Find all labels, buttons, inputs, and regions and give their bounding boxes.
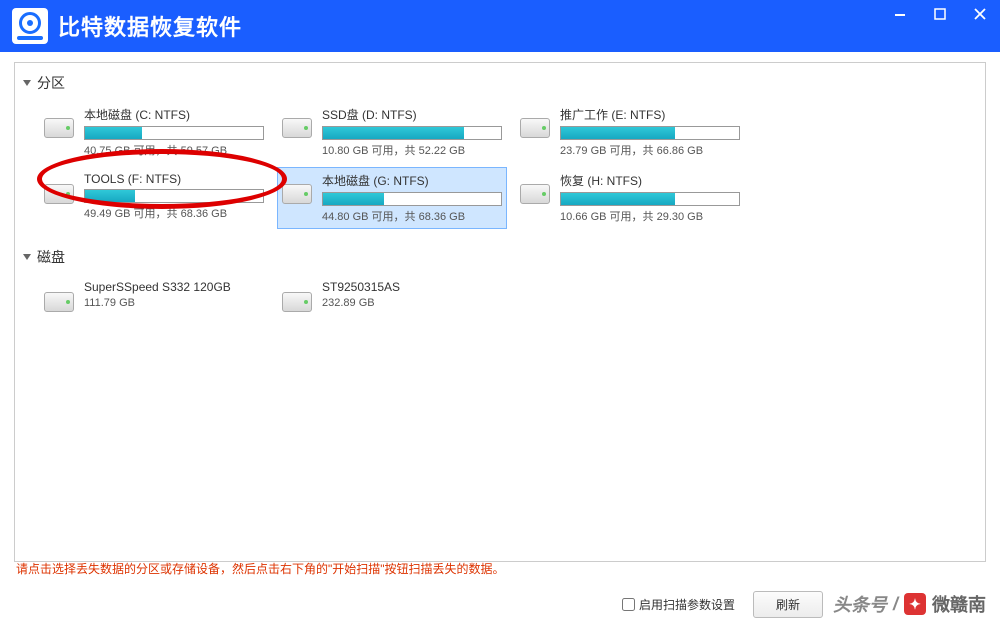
- scan-params-checkbox-wrap[interactable]: 启用扫描参数设置: [622, 596, 735, 613]
- maximize-icon: [934, 8, 946, 20]
- drive-stats: 232.89 GB: [322, 297, 502, 309]
- hdd-icon: [520, 118, 552, 144]
- close-button[interactable]: [960, 0, 1000, 28]
- usage-bar: [84, 189, 264, 203]
- hdd-icon: [282, 292, 314, 318]
- drive-name: 本地磁盘 (G: NTFS): [322, 172, 502, 189]
- usage-bar: [84, 126, 264, 140]
- usage-bar: [322, 126, 502, 140]
- partitions-grid: 本地磁盘 (C: NTFS) 40.75 GB 可用，共 59.57 GB SS…: [15, 99, 985, 237]
- drive-name: 恢复 (H: NTFS): [560, 172, 740, 189]
- drive-stats: 10.80 GB 可用，共 52.22 GB: [322, 142, 502, 158]
- drive-name: SSD盘 (D: NTFS): [322, 106, 502, 123]
- drive-stats: 23.79 GB 可用，共 66.86 GB: [560, 142, 740, 158]
- drive-name: 推广工作 (E: NTFS): [560, 106, 740, 123]
- drive-info: TOOLS (F: NTFS) 49.49 GB 可用，共 68.36 GB: [84, 172, 264, 221]
- drive-stats: 40.75 GB 可用，共 59.57 GB: [84, 142, 264, 158]
- hdd-icon: [520, 184, 552, 210]
- drive-stats: 10.66 GB 可用，共 29.30 GB: [560, 208, 740, 224]
- scan-params-label: 启用扫描参数设置: [639, 596, 735, 613]
- watermark: 头条号 / ✦ 微赣南: [833, 591, 986, 617]
- close-icon: [974, 8, 986, 20]
- section-partitions-header[interactable]: 分区: [15, 63, 985, 99]
- partition-item[interactable]: 推广工作 (E: NTFS) 23.79 GB 可用，共 66.86 GB: [515, 101, 745, 163]
- drive-info: SuperSSpeed S332 120GB 111.79 GB: [84, 280, 264, 309]
- drive-name: SuperSSpeed S332 120GB: [84, 280, 264, 294]
- drive-info: ST9250315AS 232.89 GB: [322, 280, 502, 309]
- drive-name: ST9250315AS: [322, 280, 502, 294]
- maximize-button[interactable]: [920, 0, 960, 28]
- drive-info: SSD盘 (D: NTFS) 10.80 GB 可用，共 52.22 GB: [322, 106, 502, 158]
- drive-info: 本地磁盘 (C: NTFS) 40.75 GB 可用，共 59.57 GB: [84, 106, 264, 158]
- hdd-icon: [44, 292, 76, 318]
- partition-item[interactable]: SSD盘 (D: NTFS) 10.80 GB 可用，共 52.22 GB: [277, 101, 507, 163]
- hdd-icon: [44, 184, 76, 210]
- main-content: 分区 本地磁盘 (C: NTFS) 40.75 GB 可用，共 59.57 GB…: [0, 52, 1000, 556]
- chevron-down-icon: [23, 254, 31, 260]
- partition-item[interactable]: 本地磁盘 (C: NTFS) 40.75 GB 可用，共 59.57 GB: [39, 101, 269, 163]
- window-controls: [880, 0, 1000, 28]
- hdd-icon: [282, 118, 314, 144]
- watermark-source: 头条号: [833, 591, 887, 617]
- watermark-sep: /: [893, 594, 898, 615]
- footer-bar: 启用扫描参数设置 刷新 头条号 / ✦ 微赣南: [0, 584, 1000, 624]
- hdd-icon: [282, 184, 314, 210]
- minimize-button[interactable]: [880, 0, 920, 28]
- hdd-icon: [44, 118, 76, 144]
- usage-bar: [560, 192, 740, 206]
- watermark-brand: 微赣南: [932, 591, 986, 617]
- drive-name: TOOLS (F: NTFS): [84, 172, 264, 186]
- app-logo-icon: [12, 8, 48, 44]
- scan-params-checkbox[interactable]: [622, 598, 635, 611]
- partition-item[interactable]: 恢复 (H: NTFS) 10.66 GB 可用，共 29.30 GB: [515, 167, 745, 229]
- disks-grid: SuperSSpeed S332 120GB 111.79 GB ST92503…: [15, 273, 985, 331]
- drive-info: 恢复 (H: NTFS) 10.66 GB 可用，共 29.30 GB: [560, 172, 740, 224]
- refresh-button[interactable]: 刷新: [753, 591, 823, 618]
- drive-stats: 111.79 GB: [84, 297, 264, 309]
- drive-info: 本地磁盘 (G: NTFS) 44.80 GB 可用，共 68.36 GB: [322, 172, 502, 224]
- disk-item[interactable]: ST9250315AS 232.89 GB: [277, 275, 507, 323]
- chevron-down-icon: [23, 80, 31, 86]
- partition-item[interactable]: TOOLS (F: NTFS) 49.49 GB 可用，共 68.36 GB: [39, 167, 269, 229]
- section-partitions-label: 分区: [37, 73, 65, 93]
- section-disks-header[interactable]: 磁盘: [15, 237, 985, 273]
- drive-stats: 49.49 GB 可用，共 68.36 GB: [84, 205, 264, 221]
- partition-item[interactable]: 本地磁盘 (G: NTFS) 44.80 GB 可用，共 68.36 GB: [277, 167, 507, 229]
- app-title: 比特数据恢复软件: [58, 10, 242, 42]
- section-disks-label: 磁盘: [37, 247, 65, 267]
- drive-stats: 44.80 GB 可用，共 68.36 GB: [322, 208, 502, 224]
- drive-name: 本地磁盘 (C: NTFS): [84, 106, 264, 123]
- minimize-icon: [894, 8, 906, 20]
- drive-info: 推广工作 (E: NTFS) 23.79 GB 可用，共 66.86 GB: [560, 106, 740, 158]
- drive-panel: 分区 本地磁盘 (C: NTFS) 40.75 GB 可用，共 59.57 GB…: [14, 62, 986, 562]
- disk-item[interactable]: SuperSSpeed S332 120GB 111.79 GB: [39, 275, 269, 323]
- usage-bar: [322, 192, 502, 206]
- watermark-icon: ✦: [904, 593, 926, 615]
- title-bar: 比特数据恢复软件: [0, 0, 1000, 52]
- usage-bar: [560, 126, 740, 140]
